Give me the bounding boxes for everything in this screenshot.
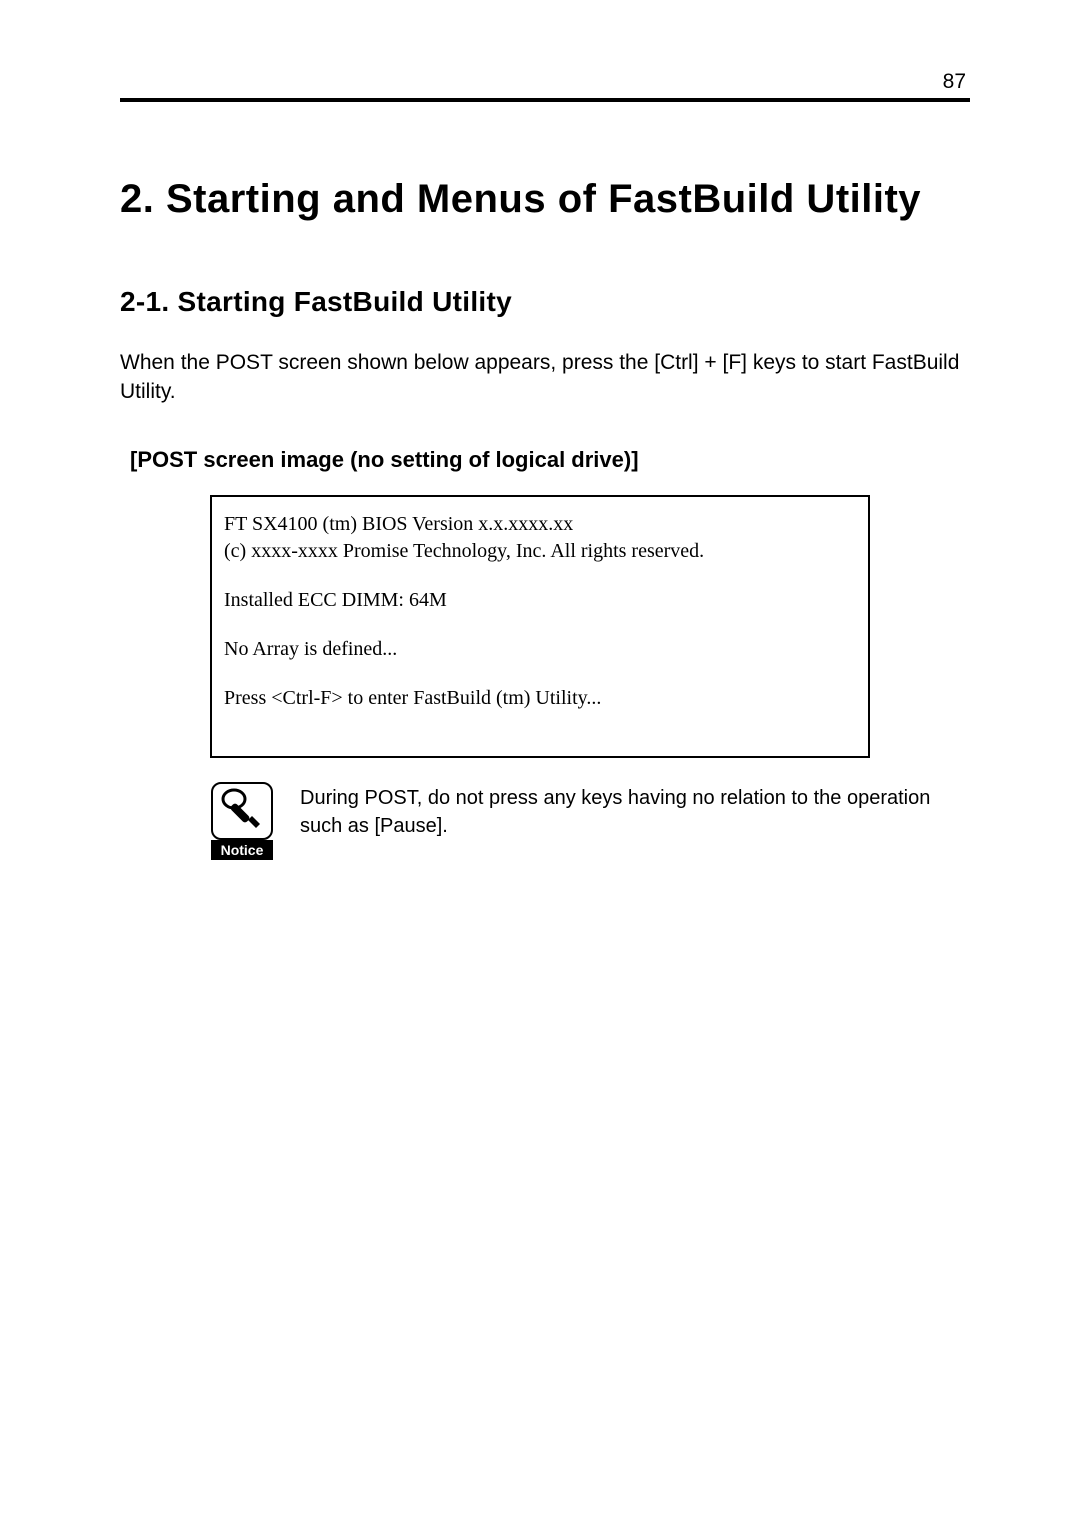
post-screen-box: FT SX4100 (tm) BIOS Version x.x.xxxx.xx … [210, 495, 870, 758]
screwdriver-icon [220, 786, 264, 835]
notice-icon-wrap: Notice [210, 782, 274, 860]
intro-paragraph: When the POST screen shown below appears… [120, 348, 970, 407]
post-caption: [POST screen image (no setting of logica… [120, 447, 970, 473]
post-line: Press <Ctrl-F> to enter FastBuild (tm) U… [224, 685, 856, 712]
post-line: No Array is defined... [224, 636, 856, 663]
notice-icon-box [211, 782, 273, 840]
post-line: FT SX4100 (tm) BIOS Version x.x.xxxx.xx [224, 511, 856, 538]
post-line: Installed ECC DIMM: 64M [224, 587, 856, 614]
page-title: 2. Starting and Menus of FastBuild Utili… [120, 172, 970, 226]
post-line: (c) xxxx-xxxx Promise Technology, Inc. A… [224, 538, 856, 565]
notice-block: Notice During POST, do not press any key… [210, 782, 970, 860]
page-number: 87 [120, 70, 970, 94]
header-rule [120, 98, 970, 102]
section-title: 2-1. Starting FastBuild Utility [120, 286, 970, 318]
notice-label: Notice [211, 840, 273, 860]
notice-text: During POST, do not press any keys havin… [300, 782, 970, 840]
